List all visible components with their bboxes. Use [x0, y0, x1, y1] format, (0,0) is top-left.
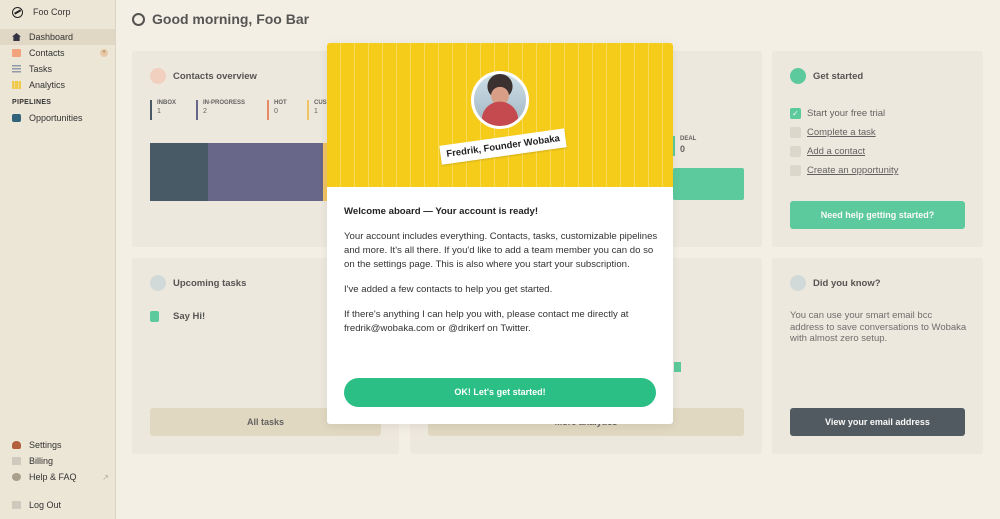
sidebar-item-tasks[interactable]: Tasks: [0, 61, 115, 77]
sidebar-item-opportunities[interactable]: Opportunities: [0, 110, 115, 126]
sidebar-bottom: Settings Billing Help & FAQ ↗ Log Out: [0, 437, 116, 513]
get-started-button[interactable]: OK! Let's get started!: [344, 378, 656, 407]
founder-name-tag: Fredrik, Founder Wobaka: [439, 128, 568, 165]
help-icon: [12, 473, 21, 481]
contacts-icon: [12, 49, 21, 57]
billing-icon: [12, 457, 21, 465]
external-link-icon: ↗: [102, 473, 109, 482]
sidebar-item-settings[interactable]: Settings: [0, 437, 116, 453]
sidebar-item-analytics[interactable]: Analytics: [0, 77, 115, 93]
sidebar-item-logout[interactable]: Log Out: [0, 497, 116, 513]
modal-paragraph: I've added a few contacts to help you ge…: [344, 284, 553, 295]
modal-paragraph: If there's anything I can help you with,…: [344, 309, 629, 334]
modal-paragraph: Your account includes everything. Contac…: [344, 231, 658, 270]
modal-hero: Fredrik, Founder Wobaka: [327, 43, 673, 187]
sidebar-item-help[interactable]: Help & FAQ ↗: [0, 469, 116, 485]
company-name: Foo Corp: [33, 7, 71, 17]
home-icon: [12, 33, 21, 41]
logout-icon: [12, 501, 21, 509]
sidebar-item-label: Settings: [29, 440, 62, 450]
sidebar-item-label: Help & FAQ: [29, 472, 77, 482]
tasks-icon: [12, 65, 21, 73]
founder-avatar: [471, 71, 529, 129]
sidebar-item-contacts[interactable]: Contacts +: [0, 45, 115, 61]
sidebar-item-label: Billing: [29, 456, 54, 466]
settings-icon: [12, 441, 21, 449]
pipeline-icon: [12, 114, 21, 122]
sidebar-item-label: Opportunities: [29, 113, 83, 123]
sidebar-item-dashboard[interactable]: Dashboard: [0, 29, 115, 45]
sidebar-item-label: Dashboard: [29, 32, 74, 42]
sidebar-item-label: Log Out: [29, 500, 62, 510]
company-switcher[interactable]: Foo Corp: [0, 0, 115, 24]
sidebar: Foo Corp Dashboard Contacts + Tasks Anal…: [0, 0, 116, 519]
sidebar-item-billing[interactable]: Billing: [0, 453, 116, 469]
modal-heading: Welcome aboard — Your account is ready!: [344, 206, 539, 217]
sidebar-item-label: Analytics: [29, 80, 66, 90]
modal-body: Welcome aboard — Your account is ready! …: [344, 205, 658, 347]
pipelines-section-label: PIPELINES: [12, 99, 52, 106]
sidebar-item-label: Contacts: [29, 48, 65, 58]
company-logo-icon: [12, 6, 23, 18]
analytics-icon: [12, 81, 21, 89]
plus-icon[interactable]: +: [100, 49, 108, 57]
welcome-modal: Fredrik, Founder Wobaka Welcome aboard —…: [327, 43, 673, 424]
sidebar-item-label: Tasks: [29, 64, 53, 74]
